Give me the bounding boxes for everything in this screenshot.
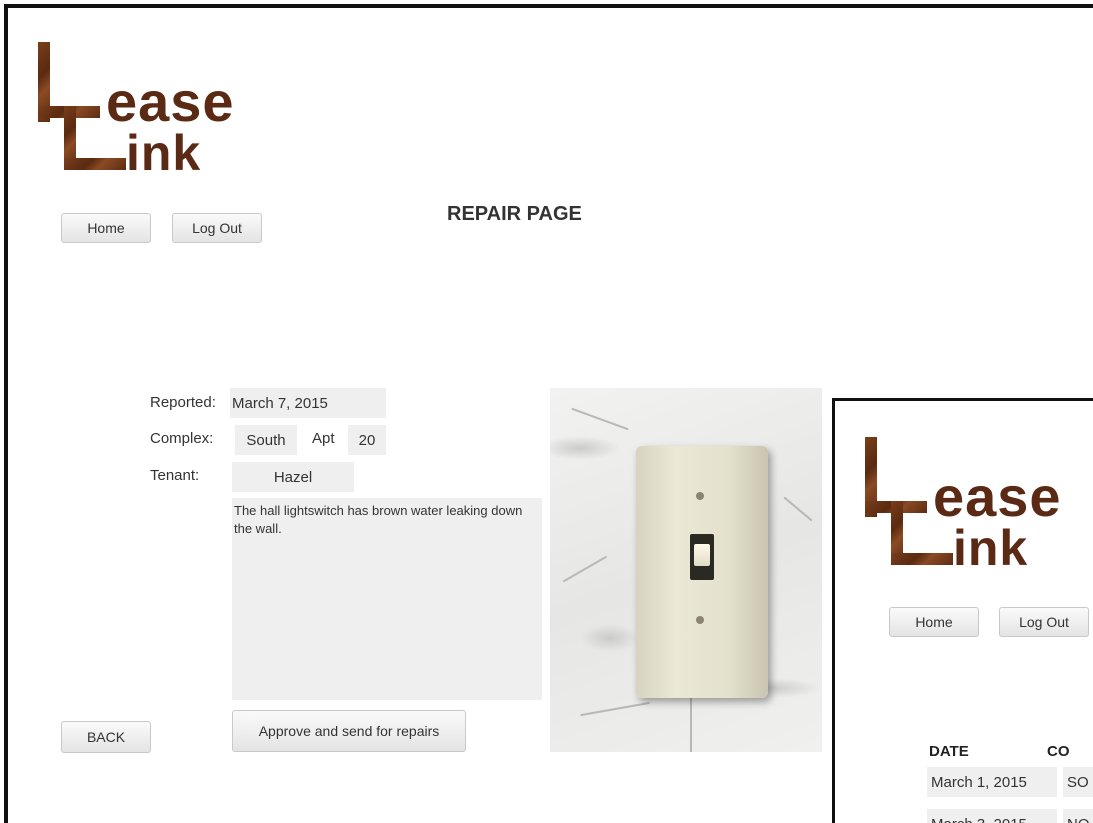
table-row-complex[interactable]: SO bbox=[1063, 767, 1093, 797]
apt-field: 20 bbox=[348, 425, 386, 455]
complex-field: South bbox=[235, 425, 297, 455]
date-column-header: DATE bbox=[929, 743, 969, 760]
table-row-date[interactable]: March 3, 2015 bbox=[927, 809, 1057, 823]
reported-date-field: March 7, 2015 bbox=[230, 388, 386, 418]
repair-photo bbox=[550, 388, 822, 752]
light-switch-toggle bbox=[690, 534, 714, 580]
approve-repair-button[interactable]: Approve and send for repairs bbox=[232, 710, 466, 752]
back-button[interactable]: BACK bbox=[61, 721, 151, 753]
page-title: REPAIR PAGE bbox=[447, 203, 582, 225]
overlay-logout-button[interactable]: Log Out bbox=[999, 607, 1089, 637]
home-button[interactable]: Home bbox=[61, 213, 151, 243]
table-row-complex[interactable]: NO bbox=[1063, 809, 1093, 823]
complex-column-header: CO bbox=[1047, 743, 1070, 760]
leaselink-logo: ease ink bbox=[38, 40, 268, 180]
overlay-leaselink-logo: ease ink bbox=[865, 435, 1093, 575]
table-row-date[interactable]: March 1, 2015 bbox=[927, 767, 1057, 797]
reported-label: Reported: bbox=[150, 394, 216, 411]
overlay-home-button[interactable]: Home bbox=[889, 607, 979, 637]
tenant-field: Hazel bbox=[232, 462, 354, 492]
logout-button[interactable]: Log Out bbox=[172, 213, 262, 243]
repair-description: The hall lightswitch has brown water lea… bbox=[232, 498, 542, 700]
tenant-label: Tenant: bbox=[150, 467, 200, 484]
apt-label: Apt bbox=[312, 430, 335, 447]
light-switch-plate bbox=[636, 446, 768, 698]
complex-label: Complex: bbox=[150, 430, 214, 447]
overlay-screenshot: ease ink Home Log Out DATE CO March 1, 2… bbox=[832, 398, 1093, 823]
